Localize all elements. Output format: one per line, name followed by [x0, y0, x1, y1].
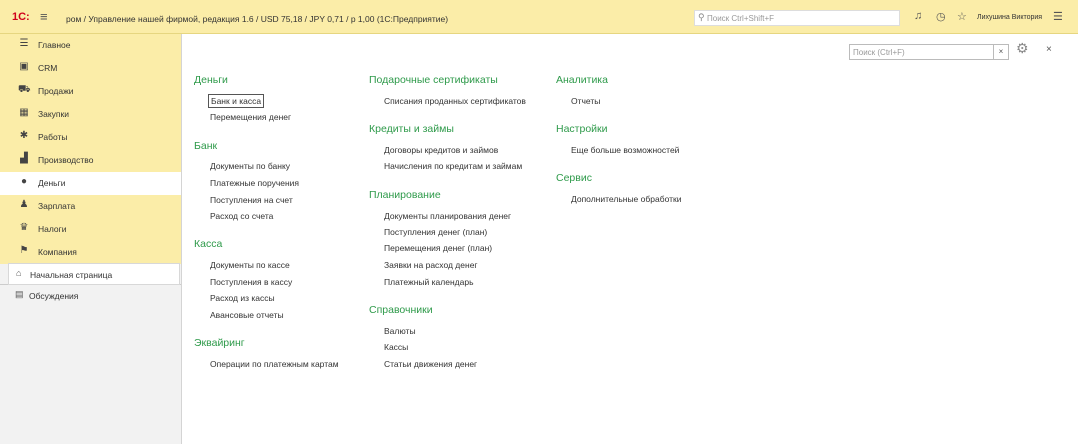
- bell-icon[interactable]: ♫: [914, 10, 922, 22]
- menu-link[interactable]: Поступления в кассу: [210, 277, 292, 287]
- sidebar-item-label: Зарплата: [38, 201, 76, 211]
- sidebar-item-taxes[interactable]: ♛ Налоги: [0, 218, 181, 241]
- section-title: Сервис: [556, 172, 592, 184]
- purchases-icon: ▦: [19, 107, 29, 118]
- clear-search-button[interactable]: ×: [993, 45, 1008, 59]
- sidebar-item-sales[interactable]: ⛟ Продажи: [0, 80, 181, 103]
- menu-link[interactable]: Поступления на счет: [210, 195, 293, 205]
- menu-link[interactable]: Банк и касса: [207, 94, 265, 108]
- crm-icon: ▣: [19, 61, 29, 72]
- menu-link[interactable]: Кассы: [384, 342, 408, 352]
- menu-link[interactable]: Отчеты: [571, 96, 600, 106]
- global-search-placeholder: Поиск Ctrl+Shift+F: [707, 14, 775, 23]
- menu-link[interactable]: Валюты: [384, 326, 416, 336]
- menu-link[interactable]: Документы по банку: [210, 161, 290, 171]
- panel-search-placeholder: Поиск (Ctrl+F): [853, 48, 905, 57]
- home-icon: ⌂: [16, 268, 22, 278]
- global-search-input[interactable]: ⚲ Поиск Ctrl+Shift+F: [694, 10, 900, 26]
- sidebar-item-works[interactable]: ✱ Работы: [0, 126, 181, 149]
- section-title: Справочники: [369, 304, 433, 316]
- sidebar-link-discussions[interactable]: ▤ Обсуждения: [8, 285, 180, 307]
- sidebar-item-label: Продажи: [38, 86, 74, 96]
- sidebar-item-label: Закупки: [38, 109, 69, 119]
- menu-link[interactable]: Платежный календарь: [384, 277, 474, 287]
- hamburger-menu-icon[interactable]: ≡: [40, 9, 48, 24]
- sidebar: ☰ Главное ▣ CRM ⛟ Продажи ▦ Закупки ✱ Ра…: [0, 34, 181, 444]
- star-icon[interactable]: ☆: [957, 10, 967, 23]
- menu-link[interactable]: Начисления по кредитам и займам: [384, 161, 522, 171]
- section-title: Планирование: [369, 189, 441, 201]
- menu-link[interactable]: Операции по платежным картам: [210, 359, 339, 369]
- menu-link[interactable]: Документы по кассе: [210, 260, 290, 270]
- section-title: Настройки: [556, 123, 608, 135]
- menu-link[interactable]: Расход из кассы: [210, 293, 275, 303]
- sidebar-link-label: Обсуждения: [29, 291, 79, 301]
- settings-gear-icon[interactable]: ⚙: [1016, 40, 1029, 57]
- section-title: Аналитика: [556, 74, 608, 86]
- menu-link[interactable]: Платежные поручения: [210, 178, 299, 188]
- window-title: ром / Управление нашей фирмой, редакция …: [66, 14, 449, 24]
- menu-link[interactable]: Статьи движения денег: [384, 359, 477, 369]
- menu-link[interactable]: Дополнительные обработки: [571, 194, 681, 204]
- search-icon: ⚲: [698, 12, 705, 22]
- list-icon: ☰: [19, 38, 29, 49]
- section-title: Эквайринг: [194, 337, 245, 349]
- section-title: Банк: [194, 140, 218, 152]
- sidebar-item-company[interactable]: ⚑ Компания: [0, 241, 181, 264]
- menu-link[interactable]: Списания проданных сертификатов: [384, 96, 526, 106]
- menu-link[interactable]: Авансовые отчеты: [210, 310, 284, 320]
- sidebar-link-home-page[interactable]: ⌂ Начальная страница: [8, 263, 180, 285]
- sidebar-item-crm[interactable]: ▣ CRM: [0, 57, 181, 80]
- sidebar-item-label: Работы: [38, 132, 68, 142]
- tools-icon: ✱: [19, 130, 29, 141]
- money-icon: ●: [20, 176, 28, 187]
- sidebar-item-label: Деньги: [38, 178, 66, 188]
- sales-icon: ⛟: [18, 84, 31, 95]
- discussions-icon: ▤: [15, 289, 24, 299]
- sidebar-item-production[interactable]: ▟ Производство: [0, 149, 181, 172]
- menu-link[interactable]: Расход со счета: [210, 211, 273, 221]
- sidebar-item-purchases[interactable]: ▦ Закупки: [0, 103, 181, 126]
- section-title: Кредиты и займы: [369, 123, 454, 135]
- title-bar: 1С: ≡ ром / Управление нашей фирмой, ред…: [0, 0, 1078, 34]
- panel-search-input[interactable]: Поиск (Ctrl+F) ×: [849, 44, 1009, 60]
- sidebar-item-label: Главное: [38, 40, 71, 50]
- section-title: Подарочные сертификаты: [369, 74, 498, 86]
- user-name[interactable]: Лихушина Виктория: [977, 14, 1042, 21]
- sidebar-item-salary[interactable]: ♟ Зарплата: [0, 195, 181, 218]
- history-icon[interactable]: ◷: [936, 10, 946, 23]
- flag-icon: ⚑: [19, 245, 29, 256]
- sidebar-item-money[interactable]: ● Деньги: [0, 172, 181, 195]
- sidebar-item-label: Налоги: [38, 224, 67, 234]
- section-title: Деньги: [194, 74, 228, 86]
- sidebar-item-label: CRM: [38, 63, 58, 73]
- sidebar-item-label: Производство: [38, 155, 94, 165]
- section-title: Касса: [194, 238, 223, 250]
- close-panel-button[interactable]: ×: [1046, 44, 1052, 55]
- menu-link[interactable]: Заявки на расход денег: [384, 260, 478, 270]
- taxes-icon: ♛: [19, 222, 29, 233]
- menu-link[interactable]: Перемещения денег (план): [384, 243, 492, 253]
- people-icon: ♟: [19, 199, 29, 210]
- menu-link[interactable]: Документы планирования денег: [384, 211, 511, 221]
- menu-link[interactable]: Еще больше возможностей: [571, 145, 679, 155]
- sidebar-link-label: Начальная страница: [30, 270, 113, 280]
- main-menu-icon[interactable]: ☰: [1053, 10, 1063, 23]
- sidebar-item-label: Компания: [38, 247, 77, 257]
- section-panel: Поиск (Ctrl+F) × ⚙ × Деньги Банк и касса…: [181, 34, 1078, 444]
- menu-link[interactable]: Договоры кредитов и займов: [384, 145, 498, 155]
- factory-icon: ▟: [20, 153, 28, 164]
- menu-link[interactable]: Перемещения денег: [210, 112, 291, 122]
- app-logo: 1С:: [12, 11, 30, 23]
- menu-link[interactable]: Поступления денег (план): [384, 227, 487, 237]
- sidebar-item-main[interactable]: ☰ Главное: [0, 34, 181, 57]
